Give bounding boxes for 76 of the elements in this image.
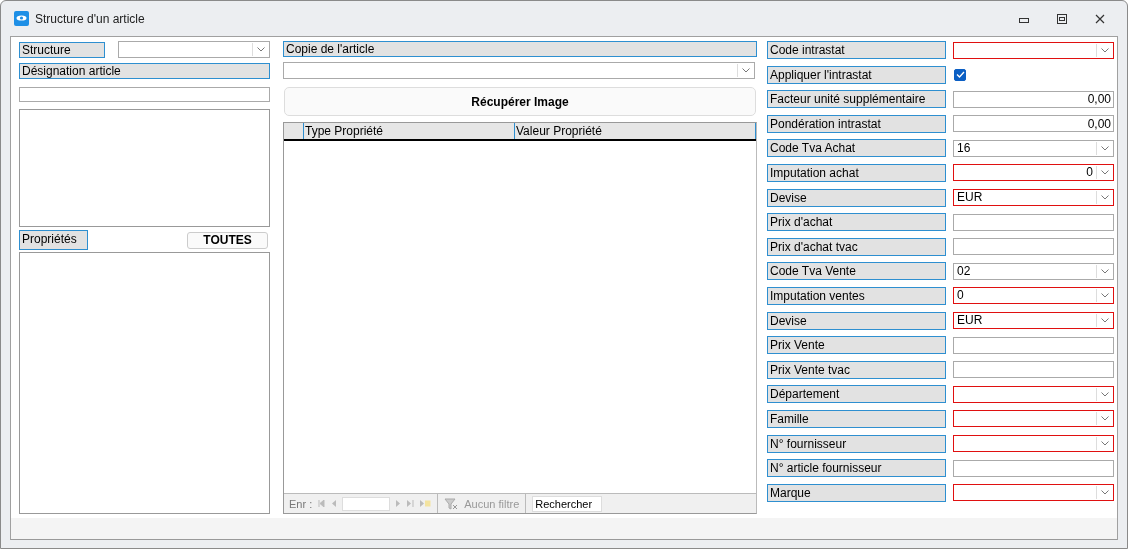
chevron-icon <box>741 68 750 73</box>
text-field[interactable]: 0,00 <box>953 115 1114 133</box>
image-button[interactable]: Récupérer Image <box>284 87 756 116</box>
new-record-icon[interactable] <box>420 500 432 507</box>
text-field[interactable] <box>953 336 1114 354</box>
filter-icon[interactable] <box>444 497 459 510</box>
field-label: Devise <box>767 311 946 330</box>
chevron-icon <box>1100 293 1109 299</box>
dropdown-field[interactable] <box>953 484 1114 502</box>
dropdown-field[interactable] <box>953 385 1114 403</box>
search-field[interactable]: Rechercher <box>532 495 603 512</box>
field-label: Appliquer l'intrastat <box>767 65 946 84</box>
field-label: Département <box>767 385 946 404</box>
copy-label: Copie de l'article <box>283 41 757 57</box>
field-label: Imputation achat <box>767 163 946 182</box>
chevron-icon <box>1100 416 1109 422</box>
copy-combo[interactable] <box>283 62 755 79</box>
first-record-icon[interactable] <box>318 500 326 507</box>
last-record-icon[interactable] <box>407 500 415 507</box>
field-label: Marque <box>767 483 946 502</box>
column-header[interactable]: Valeur Propriété <box>515 123 756 139</box>
restore-icon[interactable] <box>1057 13 1067 24</box>
record-label: Enr : <box>289 497 313 510</box>
close-icon[interactable] <box>1095 13 1105 24</box>
dropdown-field[interactable]: EUR <box>953 189 1114 207</box>
field-label: N° article fournisseur <box>767 459 946 478</box>
dropdown-field[interactable]: EUR <box>953 312 1114 330</box>
chevron-icon <box>1100 441 1109 446</box>
structure-label: Structure <box>19 41 105 58</box>
field-label: Facteur unité supplémentaire <box>767 90 946 109</box>
dropdown-field[interactable] <box>953 41 1114 59</box>
dropdown-field[interactable] <box>953 435 1114 452</box>
chevron-icon <box>1100 195 1109 201</box>
window-title: Structure d'un article <box>35 11 145 26</box>
next-record-icon[interactable] <box>396 500 402 507</box>
text-field[interactable] <box>953 361 1114 379</box>
field-label: Prix Vente <box>767 336 946 355</box>
dropdown-field[interactable] <box>953 410 1114 428</box>
chevron-icon <box>1100 47 1109 53</box>
all-button[interactable]: TOUTES <box>187 231 268 249</box>
chevron-icon <box>1100 145 1109 151</box>
field-label: Prix Vente tvac <box>767 360 946 379</box>
description-field[interactable] <box>19 109 270 227</box>
field-label: Code Tva Achat <box>767 139 946 158</box>
text-field[interactable] <box>953 238 1114 256</box>
field-label: N° fournisseur <box>767 434 946 453</box>
chevron-icon <box>1100 268 1109 274</box>
previous-record-icon[interactable] <box>331 500 337 507</box>
chevron-icon <box>256 47 265 52</box>
designation-label: Désignation article <box>19 63 270 79</box>
chevron-icon <box>1100 490 1109 496</box>
text-field[interactable] <box>953 459 1114 477</box>
dropdown-field[interactable]: 02 <box>953 262 1114 280</box>
dropdown-field[interactable]: 16 <box>953 139 1114 157</box>
checkbox[interactable] <box>954 68 966 81</box>
designation-field[interactable] <box>19 87 270 102</box>
field-label: Pondération intrastat <box>767 114 946 133</box>
chevron-icon <box>1100 391 1109 397</box>
field-label: Prix d'achat tvac <box>767 237 946 256</box>
dropdown-field[interactable]: 0 <box>953 287 1114 305</box>
text-field[interactable] <box>953 213 1114 231</box>
app-icon <box>14 11 29 26</box>
properties-label: Propriétés <box>19 230 88 250</box>
text-field[interactable]: 0,00 <box>953 90 1114 108</box>
column-header[interactable]: Type Propriété <box>304 123 515 139</box>
field-label: Devise <box>767 188 946 207</box>
chevron-icon <box>1100 318 1109 324</box>
field-label: Prix d'achat <box>767 213 946 232</box>
field-label: Code Tva Vente <box>767 262 946 281</box>
record-field[interactable] <box>342 496 391 511</box>
field-label: Code intrastat <box>767 41 946 59</box>
chevron-icon <box>1100 170 1109 176</box>
field-label: Famille <box>767 409 946 428</box>
structure-combo[interactable] <box>118 41 270 58</box>
field-label: Imputation ventes <box>767 286 946 305</box>
dropdown-field[interactable]: 0 <box>953 164 1114 182</box>
